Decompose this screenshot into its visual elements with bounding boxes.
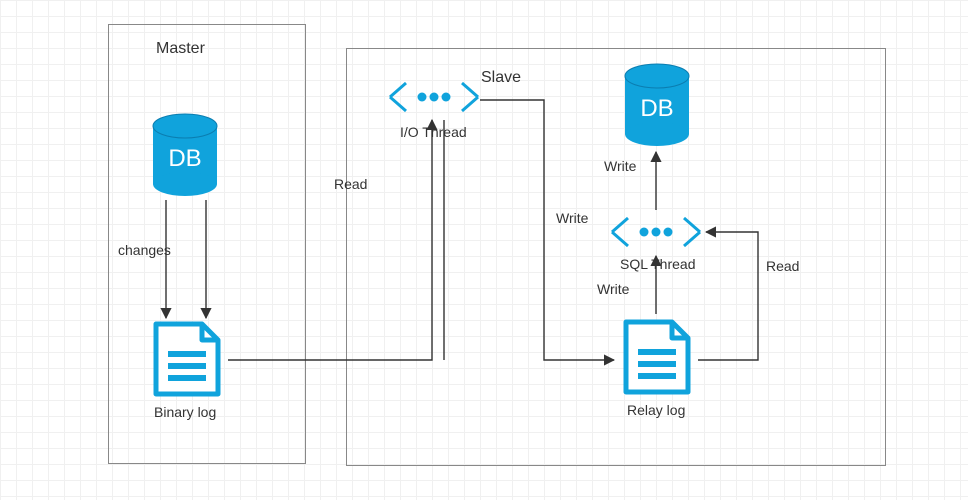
io-thread-label: I/O Thread [400,124,467,140]
binary-log-icon [148,320,226,398]
sql-thread-icon [610,214,702,250]
relay-log-icon [618,318,696,396]
svg-text:DB: DB [168,145,201,172]
edge-write-relay2: Write [597,281,629,297]
relay-log-label: Relay log [627,402,685,418]
master-db-icon: DB [148,112,222,196]
sql-thread-label: SQL Thread [620,256,696,272]
binary-log-label: Binary log [154,404,216,420]
slave-title: Slave [481,69,521,87]
edge-read-binlog: Read [334,176,367,192]
edge-write-relay: Write [556,210,588,226]
master-title: Master [156,40,205,58]
slave-db-icon: DB [620,62,694,146]
edge-read-relay: Read [766,258,799,274]
edge-write-db: Write [604,158,636,174]
svg-text:DB: DB [640,95,673,122]
edge-changes: changes [118,242,171,258]
io-thread-icon [388,79,480,115]
